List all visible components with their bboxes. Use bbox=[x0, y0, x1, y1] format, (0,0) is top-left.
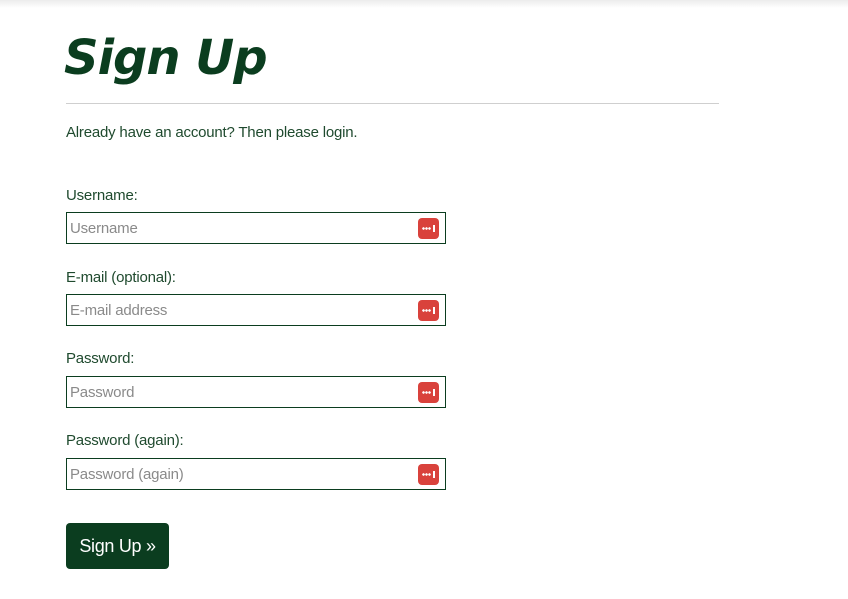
password-again-label: Password (again): bbox=[66, 432, 184, 449]
password-manager-icon[interactable] bbox=[418, 464, 439, 485]
email-input[interactable] bbox=[67, 295, 410, 325]
username-input[interactable] bbox=[67, 213, 410, 243]
email-label: E-mail (optional): bbox=[66, 269, 176, 286]
login-prompt: Already have an account? Then please log… bbox=[66, 124, 358, 141]
sign-up-button[interactable]: Sign Up » bbox=[66, 523, 169, 569]
username-field[interactable] bbox=[66, 212, 446, 244]
password-manager-icon[interactable] bbox=[418, 218, 439, 239]
password-manager-icon[interactable] bbox=[418, 300, 439, 321]
email-field[interactable] bbox=[66, 294, 446, 326]
password-input[interactable] bbox=[67, 377, 410, 407]
password-again-field[interactable] bbox=[66, 458, 446, 490]
login-prompt-text: Already have an account? Then please bbox=[66, 124, 323, 141]
password-manager-icon[interactable] bbox=[418, 382, 439, 403]
password-again-input[interactable] bbox=[67, 459, 410, 489]
password-label: Password: bbox=[66, 350, 135, 367]
page-title: Sign Up bbox=[64, 30, 268, 86]
username-label: Username: bbox=[66, 187, 138, 204]
top-shadow bbox=[0, 0, 848, 8]
login-link[interactable]: login bbox=[323, 124, 354, 141]
password-field[interactable] bbox=[66, 376, 446, 408]
login-prompt-end: . bbox=[353, 124, 358, 141]
title-divider bbox=[66, 103, 719, 104]
